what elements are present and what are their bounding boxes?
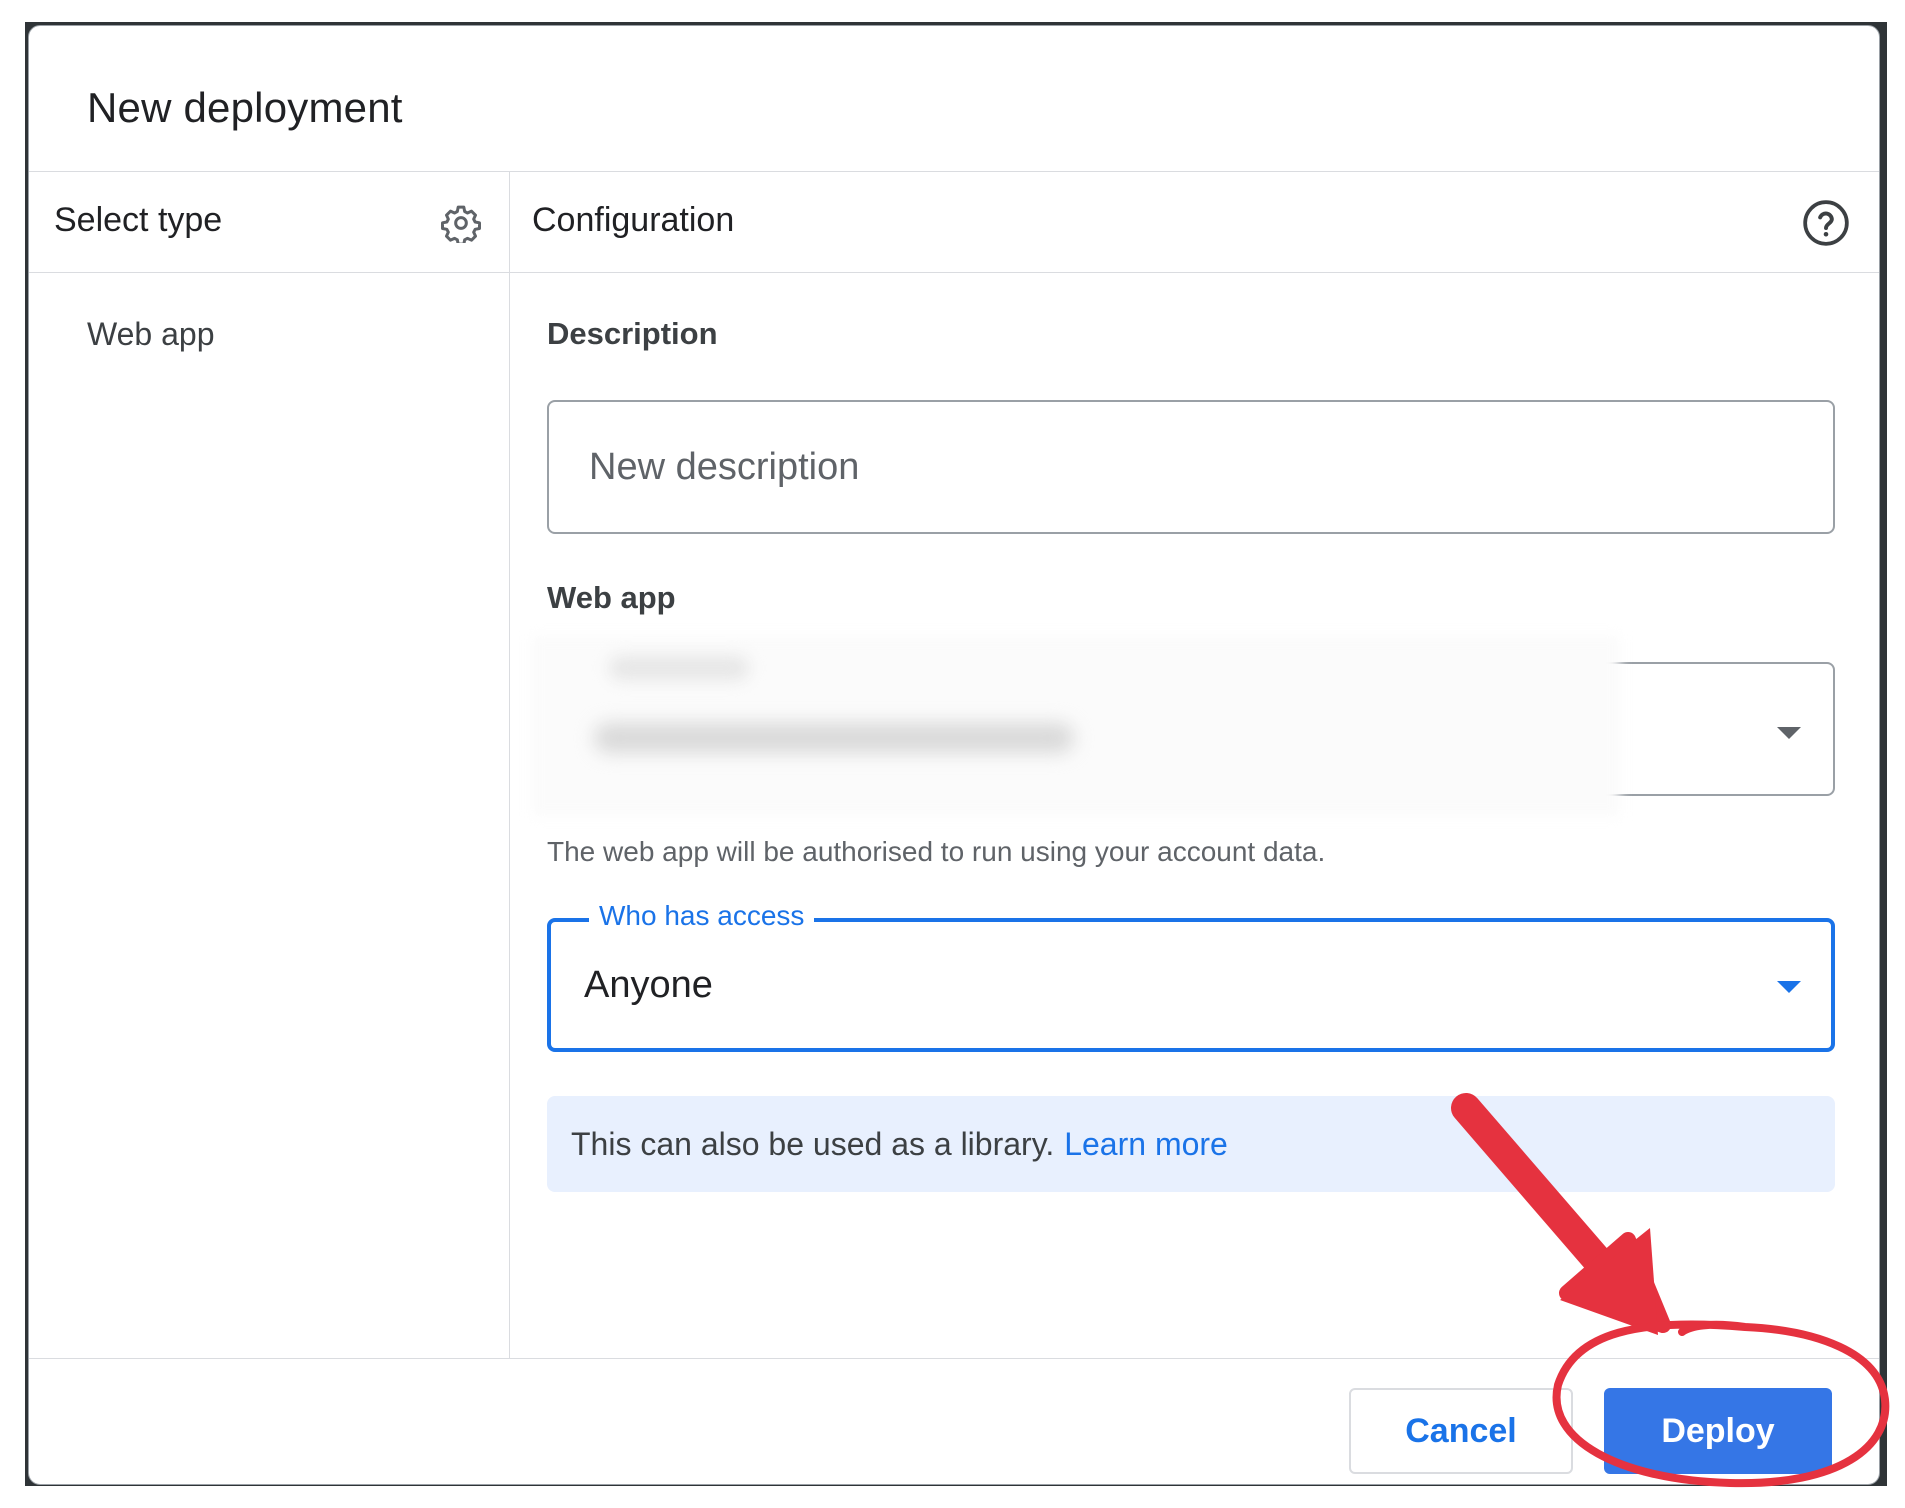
dialog-title: New deployment bbox=[87, 84, 403, 131]
description-label: Description bbox=[547, 316, 718, 351]
column-divider bbox=[509, 171, 510, 1358]
library-info-banner: This can also be used as a library. Lear… bbox=[547, 1096, 1835, 1192]
sidebar-item-web-app[interactable]: Web app bbox=[87, 316, 215, 353]
who-has-access-select[interactable] bbox=[547, 918, 1835, 1052]
description-input[interactable] bbox=[587, 444, 1833, 490]
chevron-down-icon[interactable] bbox=[1777, 981, 1801, 993]
cancel-button[interactable]: Cancel bbox=[1349, 1388, 1573, 1474]
chevron-down-icon[interactable] bbox=[1777, 727, 1801, 739]
help-circle-icon[interactable] bbox=[1799, 196, 1853, 250]
who-has-access-value: Anyone bbox=[584, 964, 713, 1006]
new-deployment-dialog: New deployment Select type Configuration… bbox=[28, 25, 1880, 1485]
configuration-header: Configuration bbox=[532, 201, 735, 239]
footer-divider bbox=[29, 1358, 1879, 1359]
redacted-text bbox=[594, 723, 1074, 753]
redacted-text bbox=[609, 656, 749, 680]
learn-more-link[interactable]: Learn more bbox=[1064, 1126, 1228, 1163]
title-divider bbox=[29, 171, 1879, 172]
web-app-label: Web app bbox=[547, 580, 676, 615]
library-info-text: This can also be used as a library. bbox=[571, 1125, 1055, 1162]
gear-icon[interactable] bbox=[439, 201, 483, 245]
header-divider bbox=[29, 272, 1879, 273]
web-app-helper-text: The web app will be authorised to run us… bbox=[547, 836, 1326, 867]
deploy-button[interactable]: Deploy bbox=[1604, 1388, 1832, 1474]
select-type-header: Select type bbox=[54, 201, 223, 239]
description-field[interactable] bbox=[547, 400, 1835, 534]
who-has-access-label: Who has access bbox=[589, 900, 815, 932]
